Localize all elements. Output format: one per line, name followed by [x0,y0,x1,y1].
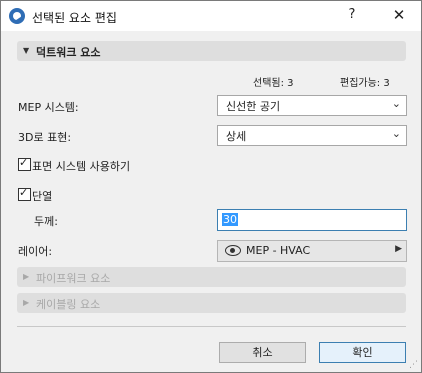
selected-count: 선택됨: 3 [253,78,294,89]
cancel-button[interactable]: 취소 [219,342,306,363]
mep-system-select[interactable]: 신선한 공기 ⌄ [217,95,407,116]
triangle-down-icon: ▼ [23,46,30,55]
checkmark-icon: ✓ [19,186,29,199]
surface-system-checkbox[interactable]: ✓ [18,156,31,171]
eye-icon [225,245,241,256]
section-cabling-label: 케이블링 요소 [36,298,101,311]
help-button[interactable]: ? [341,7,363,25]
dialog-title: 선택된 요소 편집 [32,11,117,25]
insulation-label: 단열 [32,190,53,203]
section-ductwork-label: 덕트워크 요소 [36,46,101,59]
section-pipework-header[interactable]: ▶ 파이프워크 요소 [17,267,406,287]
chevron-down-icon: ⌄ [391,127,401,140]
represent-3d-value: 상세 [226,130,247,143]
mep-system-label: MEP 시스템: [18,101,79,114]
represent-3d-label: 3D로 표현: [18,131,72,144]
surface-system-label: 표면 시스템 사용하기 [32,160,131,173]
triangle-right-icon: ▶ [395,244,402,254]
resize-grip-icon[interactable]: ⋰ [409,360,418,370]
thickness-input[interactable]: 30 [217,209,407,231]
layer-select[interactable]: MEP - HVAC ▶ [217,240,407,262]
layer-label: 레이어: [18,245,53,258]
triangle-right-icon: ▶ [23,272,30,281]
ok-button[interactable]: 확인 [319,342,406,363]
checkmark-icon: ✓ [19,156,29,169]
chevron-down-icon: ⌄ [391,97,401,110]
edit-selection-dialog: 선택된 요소 편집 ? ✕ ▼ 덕트워크 요소 선택됨: 3 편집가능: 3 M… [0,0,422,373]
editable-count: 편집가능: 3 [340,78,390,89]
mep-system-value: 신선한 공기 [226,100,281,113]
thickness-label: 두께: [34,215,58,228]
section-pipework-label: 파이프워크 요소 [36,272,111,285]
title-bar: 선택된 요소 편집 ? ✕ [1,1,421,31]
archicad-logo-icon [9,8,25,24]
represent-3d-select[interactable]: 상세 ⌄ [217,125,407,146]
close-button[interactable]: ✕ [387,6,411,26]
section-cabling-header[interactable]: ▶ 케이블링 요소 [17,293,406,313]
triangle-right-icon: ▶ [23,298,30,307]
layer-value: MEP - HVAC [246,244,311,257]
thickness-value: 30 [222,213,238,226]
section-ductwork-header[interactable]: ▼ 덕트워크 요소 [17,41,406,61]
insulation-checkbox[interactable]: ✓ [18,186,31,201]
divider [17,326,406,327]
